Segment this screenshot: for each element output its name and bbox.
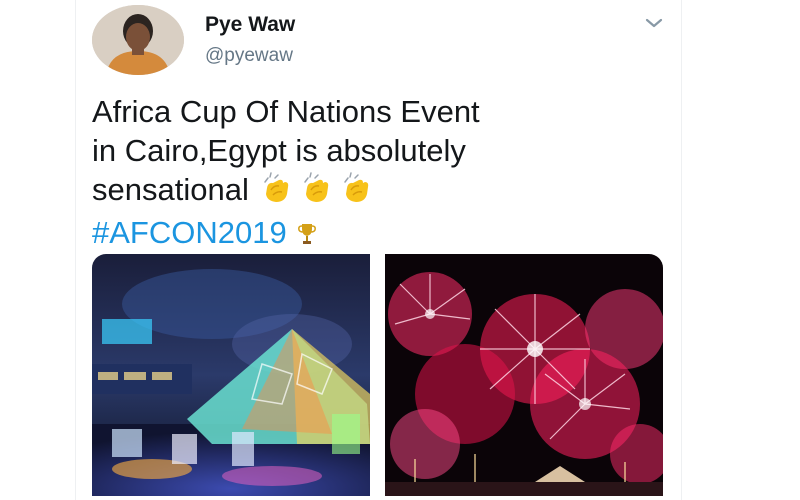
avatar[interactable]: [92, 5, 184, 75]
chevron-down-icon[interactable]: [643, 15, 665, 31]
trophy-icon: [297, 217, 317, 256]
tweet-text-line: Africa Cup Of Nations Event: [92, 94, 480, 129]
author-handle[interactable]: @pyewaw: [205, 45, 293, 67]
fireworks-photo-icon: [385, 254, 663, 496]
pyramid-stage-photo-icon: [92, 254, 370, 496]
author-name[interactable]: Pye Waw: [205, 13, 295, 37]
clapping-hands-icon: [299, 172, 333, 213]
media-photo-pyramid[interactable]: [92, 254, 370, 496]
tweet-text-line: in Cairo,Egypt is absolutely: [92, 133, 466, 168]
tweet-text-word: sensational: [92, 172, 249, 207]
clapping-hands-icon: [339, 172, 373, 213]
tweet-text: Africa Cup Of Nations Event in Cairo,Egy…: [92, 92, 652, 256]
media-photo-fireworks[interactable]: [385, 254, 663, 496]
tweet-text-line: #AFCON2019: [92, 213, 652, 256]
hashtag-link[interactable]: #AFCON2019: [92, 215, 287, 250]
clapping-hands-icon: [259, 172, 293, 213]
tweet-text-line: sensational: [92, 170, 652, 213]
